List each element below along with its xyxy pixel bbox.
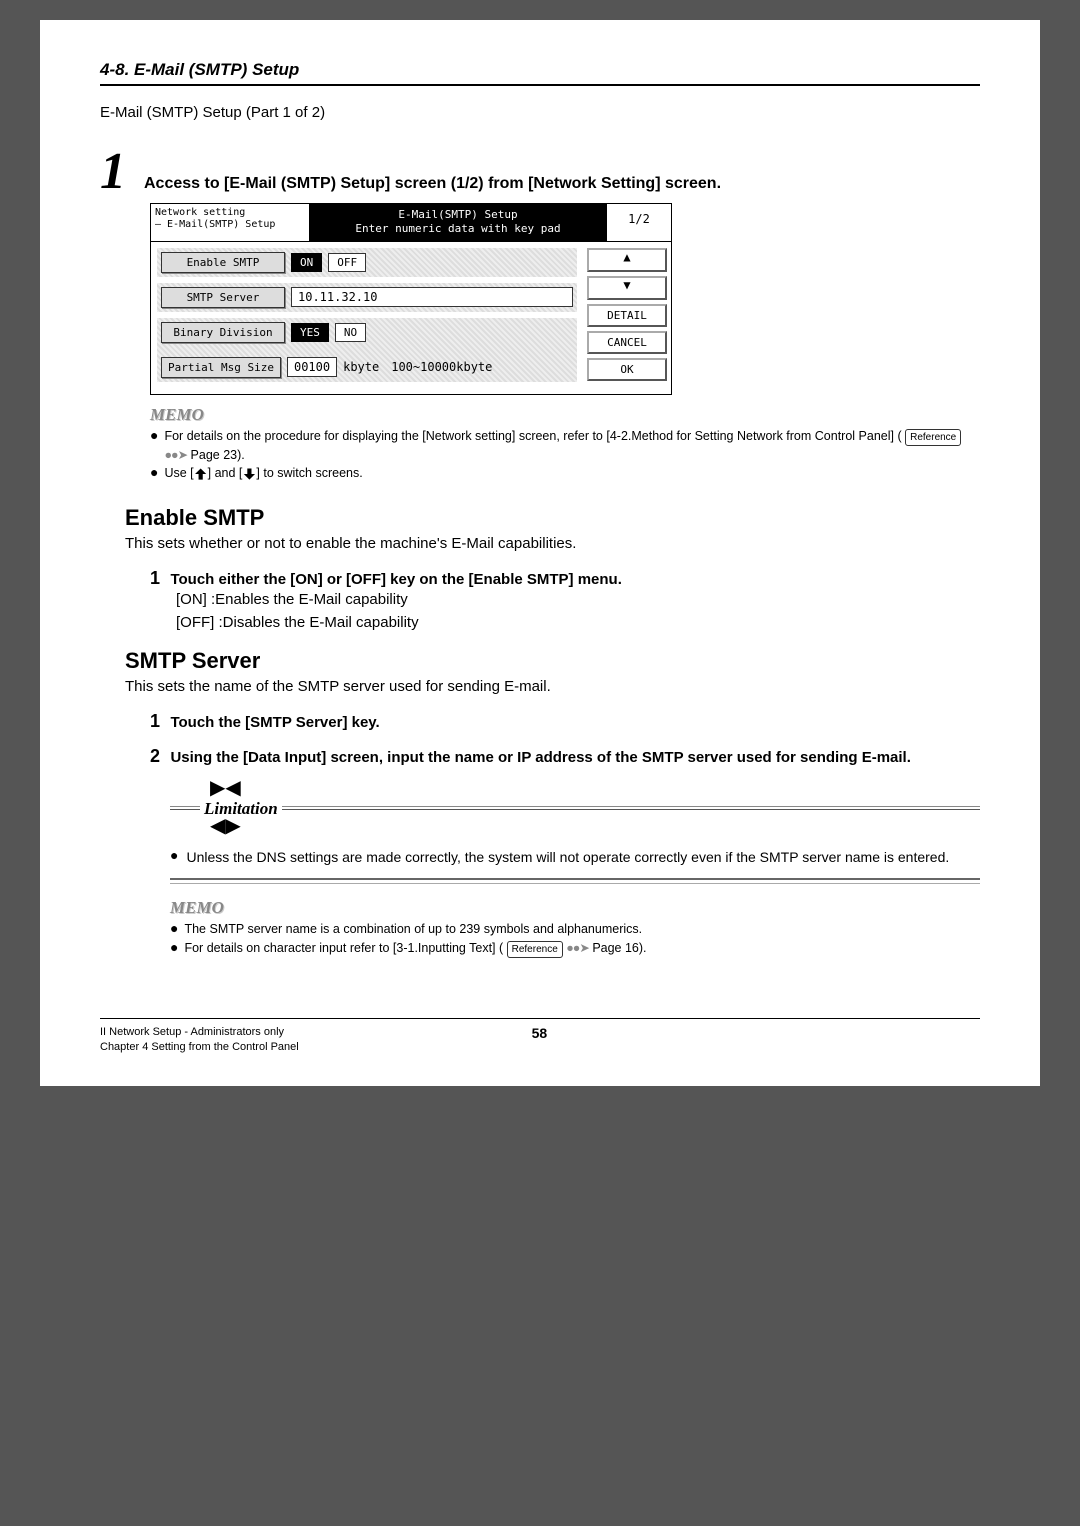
substep-title: Using the [Data Input] screen, input the…: [170, 749, 910, 766]
partial-msg-value[interactable]: 00100: [287, 357, 337, 377]
reference-badge: Reference: [905, 429, 961, 446]
substep-number: 1: [150, 568, 160, 588]
dots-icon: ●●➤: [164, 448, 187, 462]
ok-button[interactable]: OK: [587, 358, 667, 381]
bullet-icon: ●: [170, 939, 178, 958]
binary-yes-button[interactable]: YES: [291, 323, 329, 342]
substep-title: Touch the [SMTP Server] key.: [170, 714, 379, 731]
memo-text: Use [] and [] to switch screens.: [164, 464, 362, 483]
enable-smtp-heading: Enable SMTP: [125, 505, 980, 531]
binary-division-label: Binary Division: [161, 322, 285, 343]
screen-page: 1/2: [607, 204, 671, 241]
section-header: 4-8. E-Mail (SMTP) Setup: [100, 60, 980, 86]
step-number: 1: [100, 151, 126, 193]
option-off: [OFF] :Disables the E-Mail capability: [176, 612, 980, 635]
limitation-text: Unless the DNS settings are made correct…: [186, 847, 949, 868]
memo-heading: MEMO: [150, 405, 980, 425]
down-arrow-icon: [242, 467, 256, 481]
smtp-server-value: 10.11.32.10: [291, 287, 573, 307]
bullet-icon: ●: [170, 920, 178, 939]
scroll-down-button[interactable]: ▼: [587, 276, 667, 300]
bullet-icon: ●: [150, 427, 158, 465]
smtp-server-label[interactable]: SMTP Server: [161, 287, 285, 308]
breadcrumb-sub: — E-Mail(SMTP) Setup: [155, 219, 305, 231]
scroll-up-button[interactable]: ▲: [587, 248, 667, 272]
cancel-button[interactable]: CANCEL: [587, 331, 667, 354]
screen-subtitle: Enter numeric data with key pad: [311, 222, 605, 236]
smtp-server-desc: This sets the name of the SMTP server us…: [125, 678, 980, 695]
step-instruction: Access to [E-Mail (SMTP) Setup] screen (…: [144, 175, 721, 193]
bullet-icon: ●: [170, 847, 178, 868]
bullet-icon: ●: [150, 464, 158, 483]
enable-smtp-label: Enable SMTP: [161, 252, 285, 273]
intro-text: E-Mail (SMTP) Setup (Part 1 of 2): [100, 104, 980, 121]
enable-on-button[interactable]: ON: [291, 253, 322, 272]
enable-smtp-desc: This sets whether or not to enable the m…: [125, 535, 980, 552]
memo-text: For details on the procedure for display…: [164, 427, 980, 465]
breadcrumb-root: Network setting: [155, 207, 305, 219]
binary-no-button[interactable]: NO: [335, 323, 366, 342]
option-on: [ON] :Enables the E-Mail capability: [176, 589, 980, 612]
memo-text: For details on character input refer to …: [184, 939, 646, 958]
footer-line1: II Network Setup - Administrators only: [100, 1025, 299, 1040]
star-icon: ▶◀: [210, 777, 241, 799]
partial-unit: kbyte: [343, 360, 379, 374]
substep-number: 1: [150, 711, 160, 731]
limitation-label: Limitation: [202, 799, 280, 819]
setup-screen-mock: Network setting — E-Mail(SMTP) Setup E-M…: [150, 203, 672, 395]
rule-line: [170, 806, 200, 812]
rule-line: [282, 806, 980, 812]
rule-line: [170, 878, 980, 884]
memo-text: The SMTP server name is a combination of…: [184, 920, 642, 939]
reference-badge: Reference: [507, 941, 563, 958]
enable-off-button[interactable]: OFF: [328, 253, 366, 272]
page-number: 58: [532, 1025, 548, 1056]
screen-title: E-Mail(SMTP) Setup: [311, 208, 605, 222]
partial-range: 100~10000kbyte: [391, 360, 492, 374]
smtp-server-heading: SMTP Server: [125, 648, 980, 674]
dots-icon: ●●➤: [566, 941, 589, 955]
memo-heading: MEMO: [170, 898, 980, 918]
footer-line2: Chapter 4 Setting from the Control Panel: [100, 1040, 299, 1055]
substep-title: Touch either the [ON] or [OFF] key on th…: [170, 571, 621, 588]
substep-number: 2: [150, 746, 160, 766]
up-arrow-icon: [194, 467, 208, 481]
partial-msg-label: Partial Msg Size: [161, 357, 281, 378]
detail-button[interactable]: DETAIL: [587, 304, 667, 327]
